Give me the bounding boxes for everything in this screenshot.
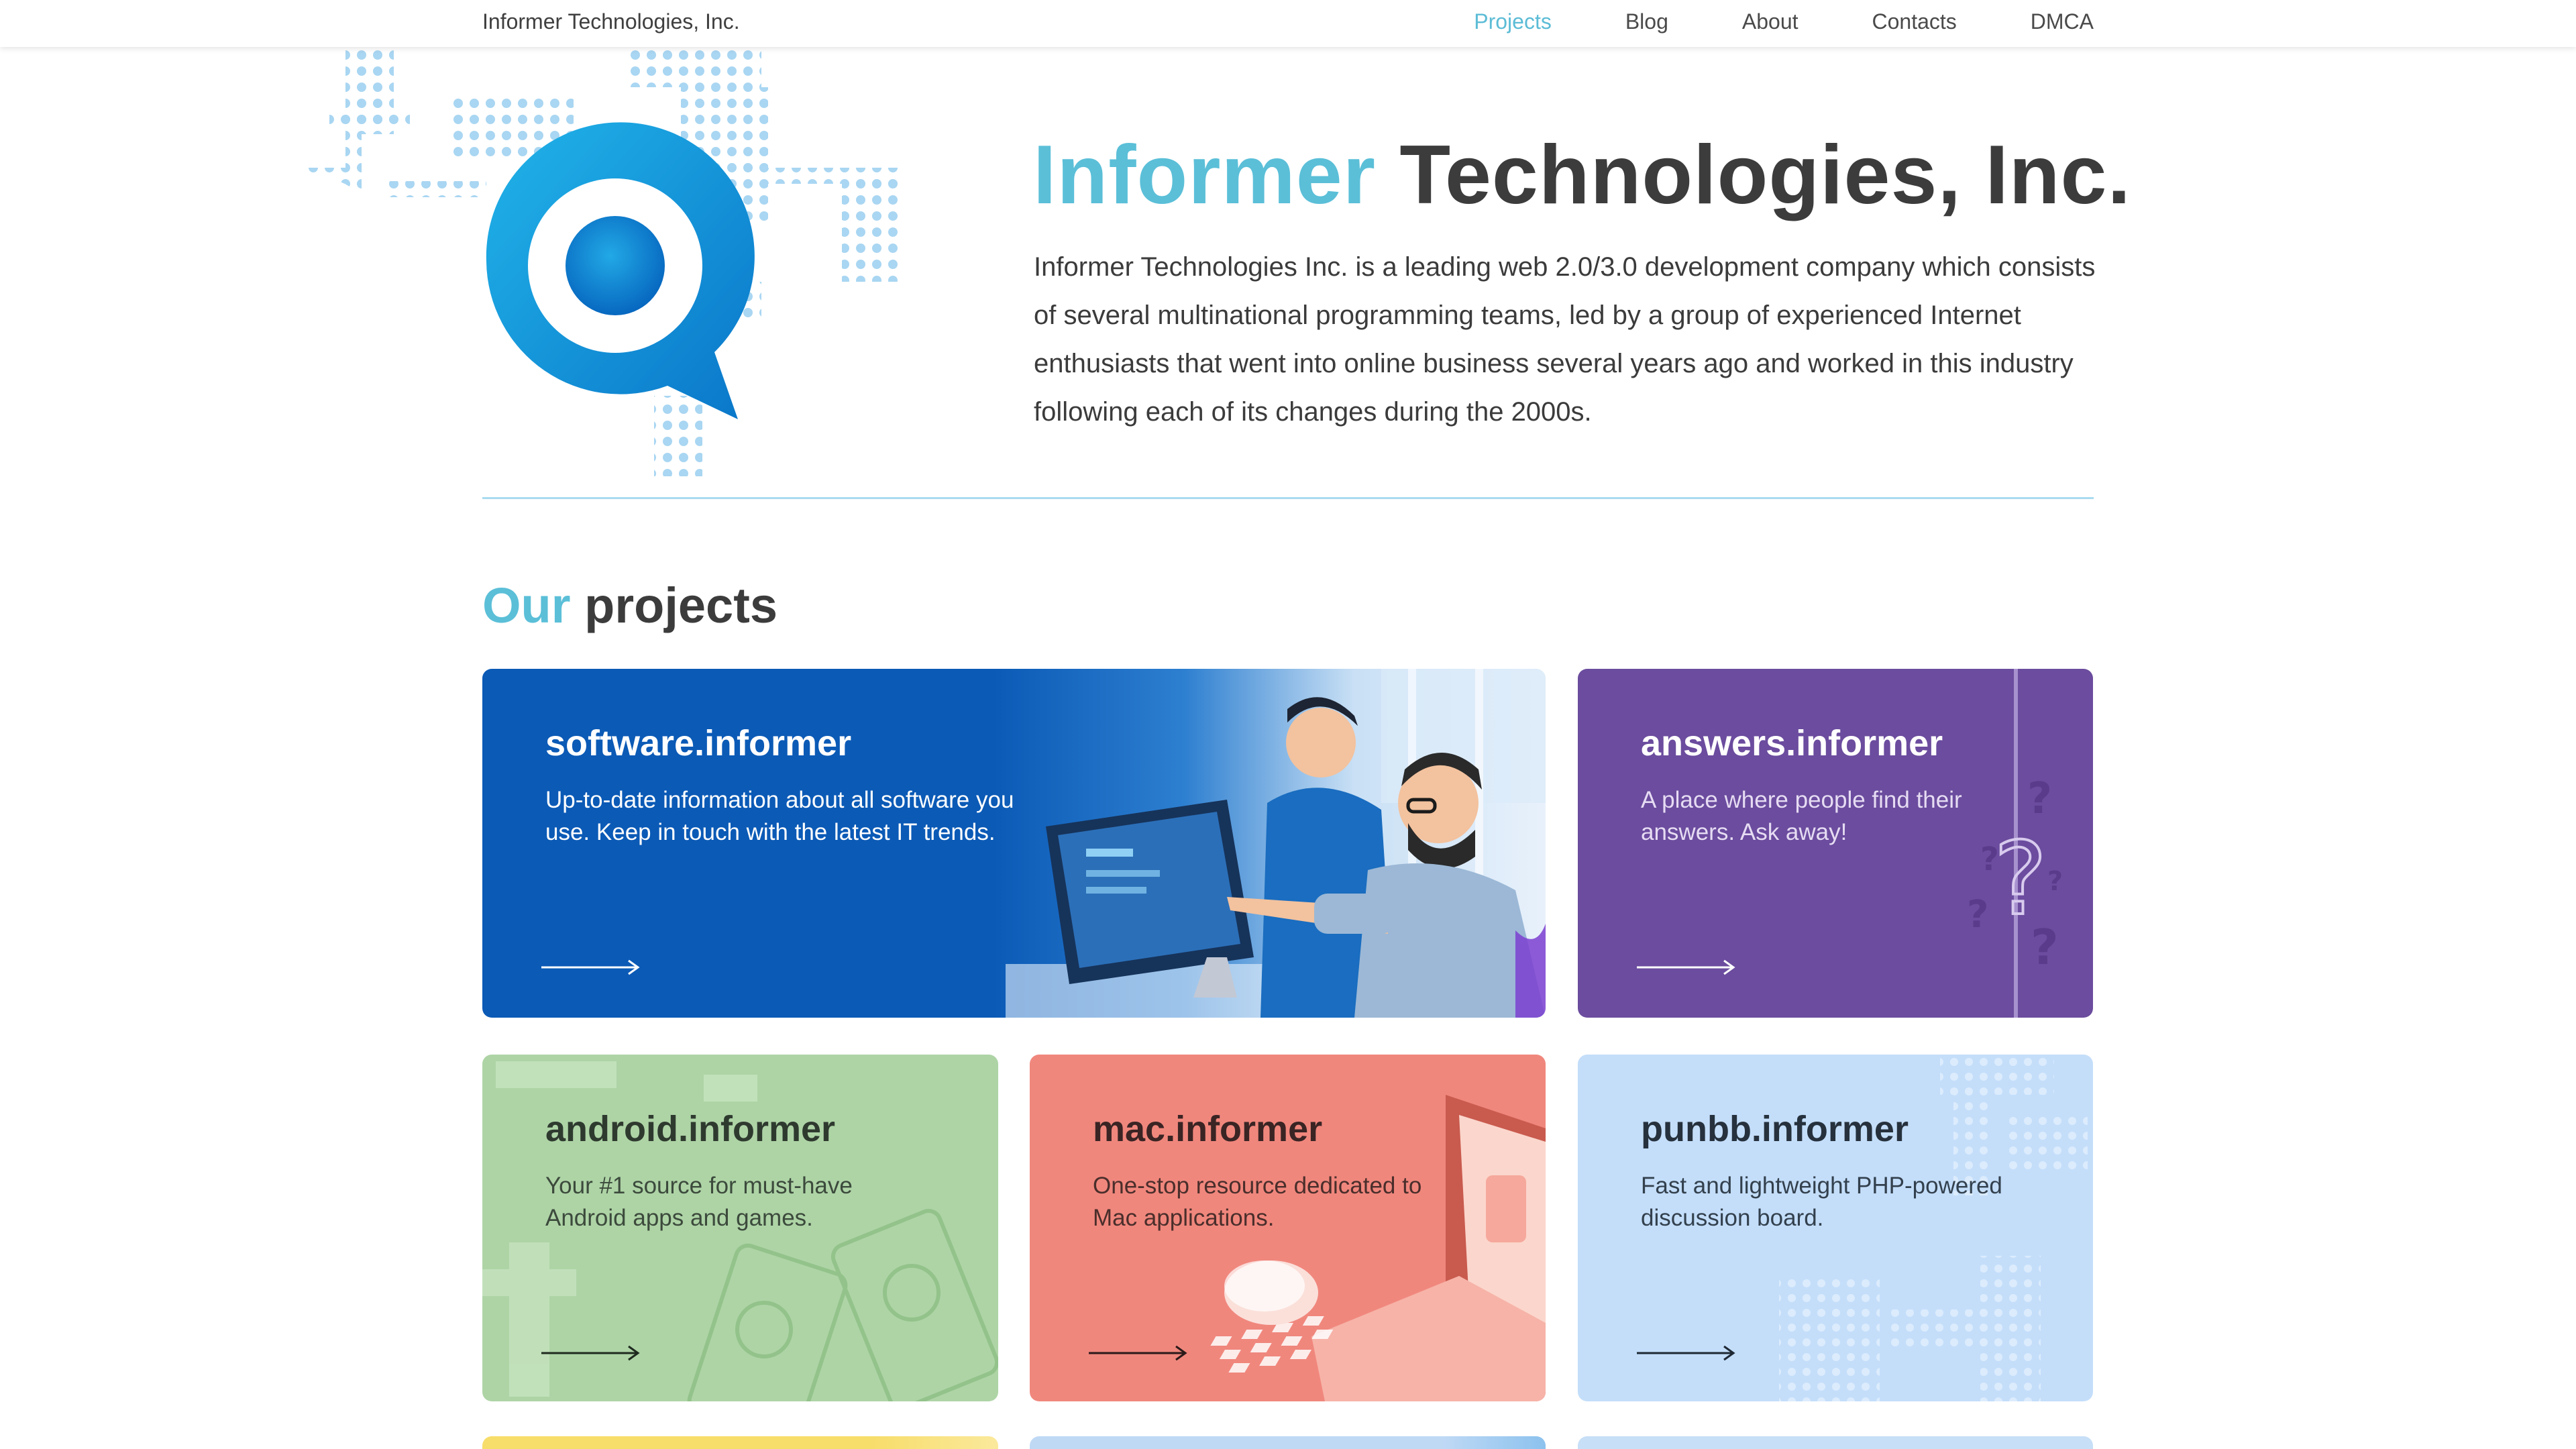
divider (482, 497, 2094, 499)
developers-illustration (1006, 669, 1546, 1018)
nav-dmca[interactable]: DMCA (2031, 9, 2094, 34)
top-navigation: Informer Technologies, Inc. Projects Blo… (0, 0, 2576, 47)
card-title: punbb.informer (1641, 1109, 1909, 1149)
heading-rest: projects (584, 578, 777, 633)
informer-logo-icon (305, 47, 902, 476)
project-card-android-informer[interactable]: android.informer Your #1 source for must… (482, 1055, 998, 1401)
project-card-software-informer[interactable]: software.informer Up-to-date information… (482, 669, 1546, 1018)
card-title: android.informer (545, 1109, 836, 1149)
project-card-partial[interactable] (482, 1436, 998, 1449)
brand-link[interactable]: Informer Technologies, Inc. (482, 9, 740, 34)
project-card-partial[interactable] (1578, 1436, 2093, 1449)
nav-about[interactable]: About (1742, 9, 1799, 34)
card-title: mac.informer (1093, 1109, 1323, 1149)
card-description: Your #1 source for must-have Android app… (545, 1173, 853, 1231)
card-description: Fast and lightweight PHP-powered discuss… (1641, 1173, 2002, 1231)
card-title: answers.informer (1641, 723, 1943, 763)
card-description: One-stop resource dedicated to Mac appli… (1093, 1173, 1422, 1231)
card-description: A place where people find their answers.… (1641, 787, 1962, 845)
main-nav: Projects Blog About Contacts DMCA (1400, 9, 2094, 34)
arrow-right-icon[interactable] (1635, 1343, 1736, 1363)
project-card-mac-informer[interactable]: mac.informer One-stop resource dedicated… (1030, 1055, 1546, 1401)
svg-text:?: ? (1967, 893, 1988, 936)
card-description: Up-to-date information about all softwar… (545, 787, 1014, 845)
arrow-right-icon[interactable] (540, 1343, 641, 1363)
nav-contacts[interactable]: Contacts (1872, 9, 1957, 34)
title-rest: Technologies, Inc. (1399, 129, 2131, 221)
project-card-answers-informer[interactable]: ? ? ? ? ? ? answers.informer A place whe… (1578, 669, 2093, 1018)
svg-text:?: ? (2027, 774, 2052, 824)
title-accent: Informer (1033, 129, 1376, 221)
nav-projects[interactable]: Projects (1474, 9, 1552, 34)
svg-text:?: ? (2047, 866, 2063, 897)
page-title: Informer Technologies, Inc. (1033, 127, 2131, 223)
projects-heading: Our projects (482, 577, 777, 634)
heading-accent: Our (482, 578, 571, 633)
card-title: software.informer (545, 723, 852, 763)
arrow-right-icon[interactable] (540, 957, 641, 977)
arrow-right-icon[interactable] (1635, 957, 1736, 977)
arrow-right-icon[interactable] (1087, 1343, 1188, 1363)
project-card-punbb-informer[interactable]: punbb.informer Fast and lightweight PHP-… (1578, 1055, 2093, 1401)
nav-blog[interactable]: Blog (1625, 9, 1668, 34)
company-description: Informer Technologies Inc. is a leading … (1034, 252, 2096, 427)
project-card-partial[interactable] (1030, 1436, 1546, 1449)
